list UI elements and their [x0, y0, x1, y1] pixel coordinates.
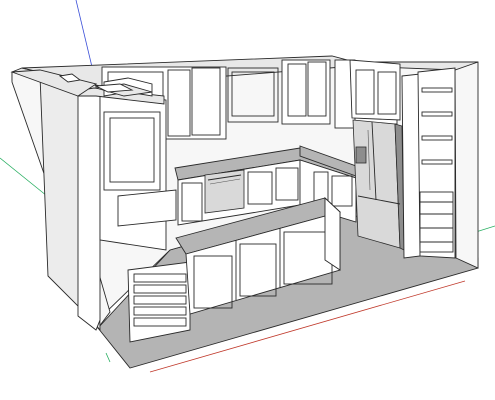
- kitchen-3d-model[interactable]: [0, 0, 495, 400]
- dishwasher: [204, 169, 245, 214]
- sketchup-viewport[interactable]: [0, 0, 495, 400]
- upper-cabinet-right: [349, 59, 401, 121]
- right-wall: [454, 61, 479, 269]
- refrigerator: [352, 119, 405, 251]
- pantry-tower: [401, 67, 456, 259]
- drawer-base-left: [127, 261, 191, 343]
- red-axis-end: [105, 352, 111, 363]
